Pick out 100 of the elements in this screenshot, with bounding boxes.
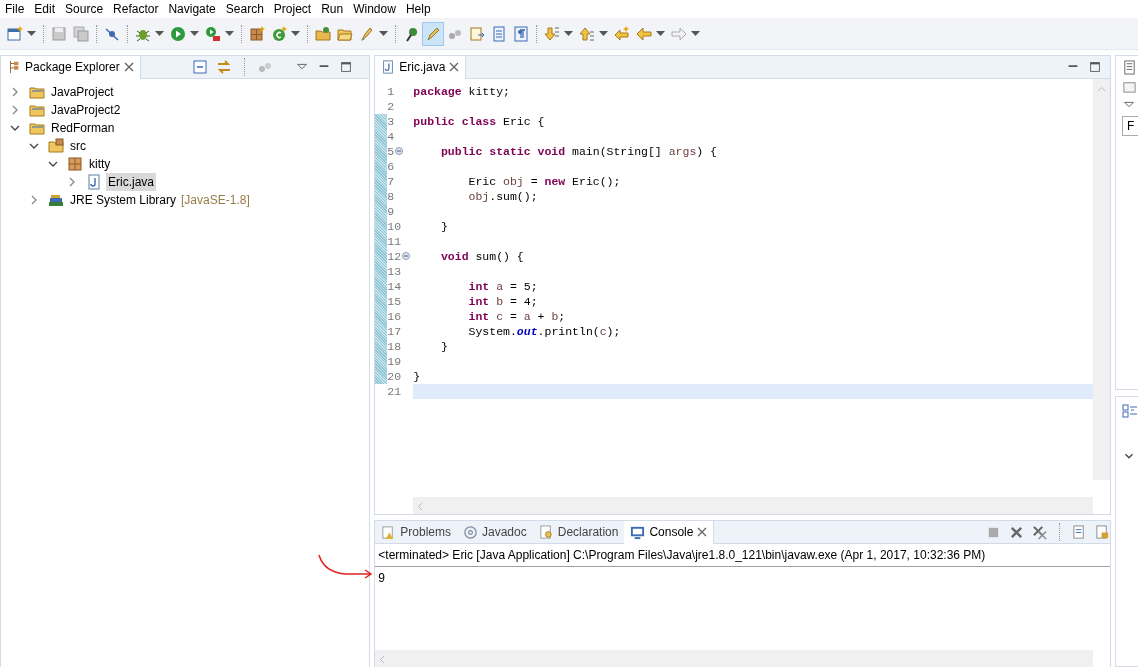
line-number: 20 bbox=[387, 369, 402, 384]
code-line: Eric obj = new Eric(); bbox=[467, 174, 622, 189]
fold-icon[interactable] bbox=[402, 252, 411, 260]
pin-icon bbox=[403, 25, 419, 42]
hand-drawn-arrow bbox=[316, 553, 374, 579]
menu-item[interactable]: File bbox=[0, 1, 30, 17]
line-number: 15 bbox=[387, 294, 402, 309]
line-number: 8 bbox=[387, 189, 395, 204]
collapse-all-icon[interactable] bbox=[192, 59, 209, 75]
tree-item[interactable]: JavaProject bbox=[49, 83, 116, 101]
declaration-icon bbox=[538, 524, 554, 540]
crossed-breakpoint-icon bbox=[104, 25, 120, 42]
caret-icon[interactable] bbox=[225, 30, 234, 37]
menu-item[interactable]: Help bbox=[400, 1, 436, 17]
code-line: } bbox=[413, 369, 422, 384]
line-number: 19 bbox=[387, 354, 402, 369]
java-file-icon bbox=[381, 60, 396, 74]
line-number: 3 bbox=[387, 114, 395, 129]
play-icon bbox=[170, 25, 186, 42]
code-line: void sum() { bbox=[439, 249, 525, 264]
remove-icon[interactable] bbox=[1009, 524, 1024, 540]
caret-icon[interactable] bbox=[599, 30, 608, 37]
line-number: 14 bbox=[387, 279, 402, 294]
code-line: obj.sum(); bbox=[467, 189, 539, 204]
line-number: 18 bbox=[387, 339, 402, 354]
caret-icon[interactable] bbox=[155, 30, 164, 37]
floppy-disks-icon bbox=[73, 25, 89, 42]
line-number: 12 bbox=[387, 249, 402, 264]
arrow-left-icon bbox=[636, 25, 652, 42]
tree-item[interactable]: RedForman bbox=[49, 119, 117, 137]
close-icon[interactable] bbox=[123, 62, 134, 72]
line-number: 7 bbox=[387, 174, 395, 189]
menu-item[interactable]: Edit bbox=[29, 1, 61, 17]
line-number: 6 bbox=[387, 159, 395, 174]
tree-item[interactable]: Eric.java bbox=[106, 173, 156, 191]
code-line: System.out.println(c); bbox=[467, 324, 622, 339]
line-number: 21 bbox=[387, 384, 402, 399]
caret-icon[interactable] bbox=[379, 30, 388, 37]
arrow-up-icon bbox=[579, 25, 595, 42]
horizontal-scrollbar[interactable] bbox=[413, 497, 1093, 514]
project-folder-icon bbox=[29, 120, 45, 136]
menu-item[interactable]: Search bbox=[220, 1, 269, 17]
class-circle-icon bbox=[271, 25, 287, 42]
caret-icon[interactable] bbox=[291, 30, 300, 37]
view-tab[interactable]: Declaration bbox=[557, 523, 619, 541]
line-number: 16 bbox=[387, 309, 402, 324]
brush-icon bbox=[359, 25, 375, 42]
maximize-icon[interactable] bbox=[339, 60, 354, 74]
package-icon bbox=[67, 156, 83, 172]
new-window-icon bbox=[7, 25, 23, 42]
paragraph-icon bbox=[513, 25, 529, 42]
menu-item[interactable]: Window bbox=[348, 1, 401, 17]
close-icon[interactable] bbox=[449, 62, 460, 72]
source-folder-icon bbox=[48, 138, 64, 154]
line-number: 11 bbox=[387, 234, 402, 249]
document-lines-icon bbox=[491, 25, 507, 42]
menu-item[interactable]: Refactor bbox=[108, 1, 164, 17]
maximize-icon[interactable] bbox=[1088, 60, 1102, 74]
line-number: 17 bbox=[387, 324, 402, 339]
menu-item[interactable]: Project bbox=[268, 1, 317, 17]
line-number: 2 bbox=[387, 99, 395, 114]
caret-icon[interactable] bbox=[656, 30, 665, 37]
caret-icon[interactable] bbox=[190, 30, 199, 37]
fold-icon[interactable] bbox=[395, 147, 404, 155]
link-arrows-icon[interactable] bbox=[216, 59, 233, 75]
code-line: int c = a + b; bbox=[467, 309, 567, 324]
tree-item[interactable]: JavaProject2 bbox=[49, 101, 123, 119]
remove-all-icon[interactable] bbox=[1032, 524, 1047, 540]
lock-document-icon[interactable] bbox=[1095, 524, 1110, 540]
tree-item-decoration: [JavaSE-1.8] bbox=[181, 192, 250, 209]
marker-icon bbox=[425, 25, 441, 42]
filter-field[interactable]: F bbox=[1122, 116, 1138, 136]
caret-icon[interactable] bbox=[27, 30, 36, 37]
code-line: package kitty; bbox=[413, 84, 511, 99]
tree-item[interactable]: src bbox=[68, 137, 88, 155]
outline-icon[interactable] bbox=[1122, 403, 1138, 419]
line-number: 13 bbox=[387, 264, 402, 279]
tree-item[interactable]: JRE System Library bbox=[68, 191, 179, 209]
menu-item[interactable]: Navigate bbox=[163, 1, 221, 17]
view-tab[interactable]: Problems bbox=[400, 523, 451, 541]
console-status: <terminated> Eric [Java Application] C:\Program Files\Java\jre1.8.0_121\bin\javaw.exe (Apr 1, 2017, 10:32:36 PM) bbox=[375, 544, 1110, 567]
close-icon[interactable] bbox=[697, 527, 708, 537]
caret-icon[interactable] bbox=[564, 30, 573, 37]
code-line: int b = 4; bbox=[467, 294, 539, 309]
books-icon bbox=[48, 192, 64, 208]
arrow-down-icon bbox=[544, 25, 560, 42]
menu-item[interactable]: Run bbox=[316, 1, 349, 17]
view-tab[interactable]: Javadoc bbox=[482, 523, 527, 541]
vertical-scrollbar[interactable] bbox=[1093, 79, 1110, 480]
line-number: 10 bbox=[387, 219, 402, 234]
project-folder-icon bbox=[29, 84, 45, 100]
caret-icon[interactable] bbox=[691, 30, 700, 37]
horizontal-scrollbar[interactable] bbox=[375, 650, 1093, 667]
tree-item[interactable]: kitty bbox=[87, 155, 113, 173]
java-file-icon bbox=[86, 174, 102, 190]
arrow-right-icon bbox=[671, 25, 687, 42]
menu-item[interactable]: Source bbox=[60, 1, 109, 17]
document-icon[interactable] bbox=[1072, 524, 1087, 540]
document-icon[interactable] bbox=[1122, 60, 1137, 75]
marker-button[interactable] bbox=[422, 21, 444, 46]
